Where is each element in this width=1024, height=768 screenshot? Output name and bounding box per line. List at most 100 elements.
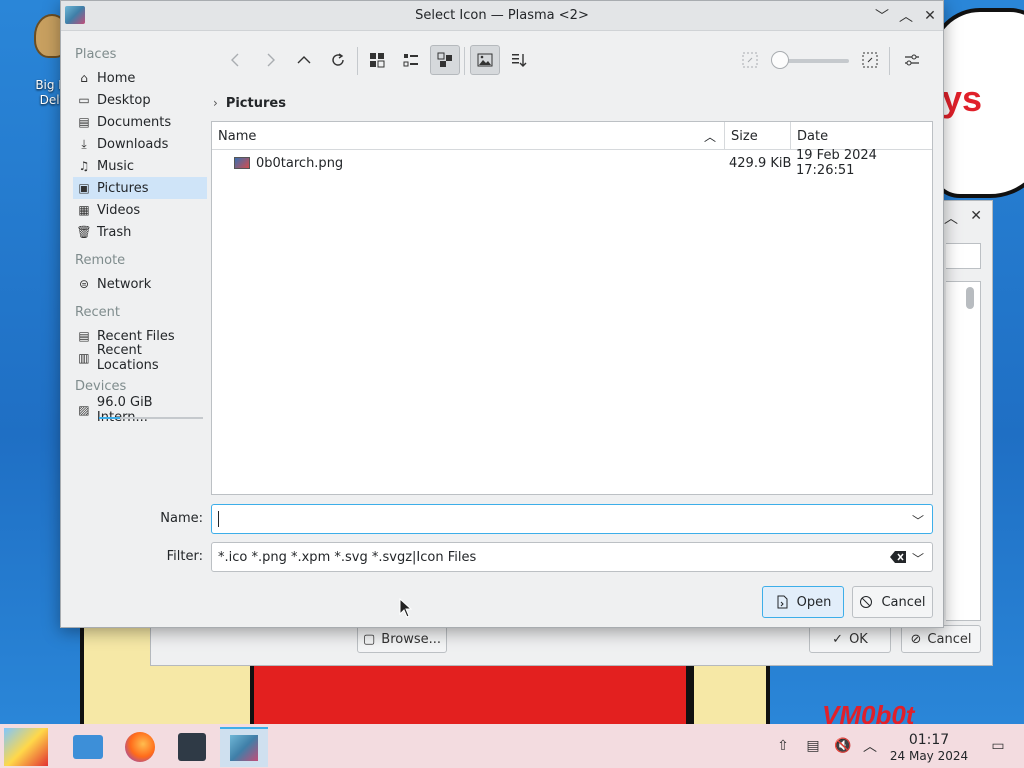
icons-view-button[interactable] — [362, 45, 392, 75]
image-preview-icon — [477, 53, 493, 67]
section-recent: Recent — [75, 305, 120, 320]
bg-input-field[interactable] — [946, 243, 981, 269]
folder-icon: ▢ — [362, 631, 376, 647]
trash-icon: 🗑 — [76, 225, 92, 239]
toolbar — [221, 45, 931, 79]
zoom-slider-track[interactable] — [779, 59, 849, 63]
breadcrumb[interactable]: › Pictures — [213, 93, 286, 113]
sidebar-item-network[interactable]: ⊜ Network — [73, 273, 207, 295]
filter-value: *.ico *.png *.xpm *.svg *.svgz|Icon File… — [218, 549, 477, 565]
clipboard-icon[interactable]: ▤ — [803, 736, 823, 756]
file-name-cell: 0b0tarch.png — [234, 152, 343, 174]
reload-icon — [332, 53, 344, 66]
chevron-down-icon[interactable]: ﹀ — [912, 550, 924, 567]
reload-button[interactable] — [323, 45, 353, 75]
preview-toggle-button[interactable] — [470, 45, 500, 75]
image-file-icon — [234, 157, 250, 169]
plasma-app-icon — [230, 735, 258, 761]
column-header-date[interactable]: Date — [791, 122, 932, 150]
zoom-slider-knob[interactable] — [771, 51, 789, 69]
bg-list-panel[interactable] — [946, 281, 981, 621]
browse-button[interactable]: ▢ Browse... — [357, 625, 447, 653]
drive-usage-fill — [99, 417, 120, 419]
tray-expand-icon[interactable]: ︿ — [860, 736, 880, 756]
desktop-icon: ▭ — [78, 93, 90, 107]
downloads-icon: ⤓ — [81, 136, 87, 151]
forward-button[interactable] — [255, 45, 285, 75]
column-label: Date — [797, 128, 829, 144]
back-icon — [231, 53, 239, 67]
sort-button[interactable] — [504, 45, 534, 75]
sort-ascending-icon: ︿ — [703, 130, 716, 144]
sidebar-item-recent-locations[interactable]: ▥ Recent Locations — [73, 343, 207, 373]
recent-locations-icon: ▥ — [78, 351, 90, 365]
zoom-out-button[interactable] — [735, 45, 765, 75]
table-row[interactable]: 0b0tarch.png 429.9 KiB 19 Feb 2024 17:26… — [212, 148, 932, 178]
cancel-icon — [860, 596, 873, 608]
sidebar-item-downloads[interactable]: ⤓ Downloads — [73, 133, 207, 155]
column-header-name[interactable]: Name ︿ — [212, 122, 725, 150]
details-view-icon — [437, 52, 452, 67]
sidebar-item-home[interactable]: ⌂ Home — [73, 67, 207, 89]
sidebar-item-pictures[interactable]: ▣ Pictures — [73, 177, 207, 199]
breadcrumb-current[interactable]: Pictures — [226, 96, 286, 111]
bg-close-icon[interactable]: ✕ — [970, 208, 982, 224]
toolbar-separator — [357, 47, 358, 75]
open-button[interactable]: Open — [762, 586, 844, 618]
system-settings-button[interactable] — [170, 727, 214, 767]
sidebar-item-label: Downloads — [97, 136, 169, 152]
settings-sliders-icon — [905, 54, 919, 66]
window-title: Select Icon — Plasma <2> — [415, 8, 589, 23]
file-manager-button[interactable] — [66, 727, 110, 767]
videos-icon: ▦ — [78, 203, 90, 217]
updates-icon[interactable]: ⇧ — [773, 736, 793, 756]
zoom-in-button[interactable] — [855, 45, 885, 75]
close-icon[interactable]: ✕ — [919, 5, 941, 27]
pictures-icon: ▣ — [78, 181, 90, 195]
bg-maximize-icon[interactable]: ︿ — [944, 208, 958, 228]
cancel-button[interactable]: Cancel — [852, 586, 933, 618]
firefox-button[interactable] — [118, 727, 162, 767]
drive-usage-bar — [99, 417, 203, 419]
wallpaper-text: ys — [942, 78, 983, 119]
bg-scrollbar[interactable] — [966, 287, 974, 309]
sidebar-item-music[interactable]: ♫ Music — [73, 155, 207, 177]
details-view-button[interactable] — [430, 45, 460, 75]
titlebar[interactable]: Select Icon — Plasma <2> ﹀ ︿ ✕ — [61, 1, 943, 31]
sidebar-item-trash[interactable]: 🗑 Trash — [73, 221, 207, 243]
sidebar-item-videos[interactable]: ▦ Videos — [73, 199, 207, 221]
up-button[interactable] — [289, 45, 319, 75]
filter-input[interactable]: *.ico *.png *.xpm *.svg *.svgz|Icon File… — [211, 542, 933, 572]
toolbar-separator — [889, 47, 890, 75]
options-button[interactable] — [897, 45, 927, 75]
section-remote: Remote — [75, 253, 126, 268]
mouse-cursor-icon — [399, 598, 413, 618]
file-list[interactable]: Name ︿ Size Date 0b0tarch.png 429.9 KiB … — [211, 121, 933, 495]
column-label: Name — [218, 128, 257, 144]
sidebar-item-documents[interactable]: ▤ Documents — [73, 111, 207, 133]
name-input[interactable]: ﹀ — [211, 504, 933, 534]
zoom-out-icon — [742, 52, 758, 68]
back-button[interactable] — [221, 45, 251, 75]
folder-icon — [73, 735, 103, 759]
app-launcher-button[interactable] — [4, 727, 48, 767]
minimize-icon[interactable]: ﹀ — [871, 5, 893, 27]
plasma-dialog-task-button[interactable] — [220, 727, 268, 767]
compact-view-icon — [403, 54, 418, 67]
compact-view-button[interactable] — [396, 45, 426, 75]
ok-button[interactable]: ✓ OK — [809, 625, 891, 653]
select-icon-dialog: Select Icon — Plasma <2> ﹀ ︿ ✕ Places ⌂ … — [60, 0, 944, 628]
launcher-icon — [4, 728, 48, 766]
chevron-down-icon[interactable]: ﹀ — [912, 512, 924, 529]
show-desktop-icon[interactable]: ▭ — [988, 736, 1008, 756]
volume-muted-icon[interactable]: 🔇 — [833, 736, 853, 756]
clear-text-icon[interactable] — [890, 551, 906, 563]
sidebar-item-desktop[interactable]: ▭ Desktop — [73, 89, 207, 111]
maximize-icon[interactable]: ︿ — [895, 5, 917, 27]
column-header-size[interactable]: Size — [725, 122, 791, 150]
clock-time[interactable]: 01:17 — [880, 732, 978, 748]
clock-date[interactable]: 24 May 2024 — [880, 749, 978, 763]
firefox-icon — [125, 732, 155, 762]
bg-cancel-button[interactable]: ⊘ Cancel — [901, 625, 981, 653]
settings-icon — [178, 733, 206, 761]
